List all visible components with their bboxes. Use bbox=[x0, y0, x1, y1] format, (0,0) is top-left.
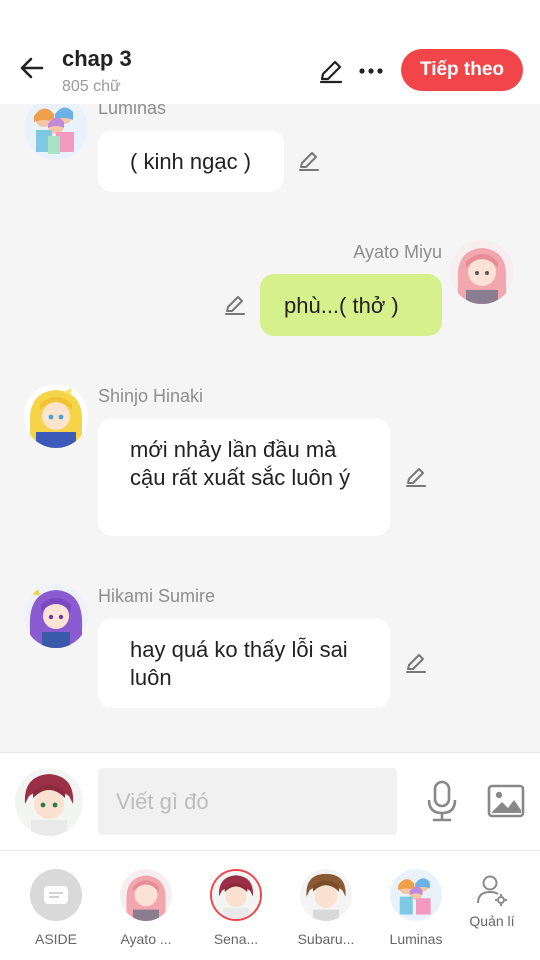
more-options-button[interactable] bbox=[354, 54, 388, 88]
insert-image-button[interactable] bbox=[486, 782, 526, 820]
sender-name: Ayato Miyu bbox=[353, 242, 442, 262]
message-input[interactable] bbox=[98, 768, 397, 835]
word-count: 805 chữ bbox=[62, 78, 121, 95]
next-button[interactable]: Tiếp theo bbox=[401, 49, 523, 91]
back-button[interactable] bbox=[14, 50, 50, 86]
character-ayato[interactable]: Ayato ... bbox=[106, 869, 186, 947]
character-subaru[interactable]: Subaru... bbox=[286, 869, 366, 947]
hinaki-avatar[interactable] bbox=[24, 384, 88, 448]
character-label: ASIDE bbox=[34, 931, 77, 947]
chat-area[interactable]: Luminas ( kinh ngạc ) Ayato Miyu phù...(… bbox=[0, 104, 540, 752]
message-bubble[interactable]: ( kinh ngạc ) bbox=[98, 130, 284, 192]
arrow-left-icon bbox=[20, 57, 44, 79]
luminas-avatar[interactable] bbox=[24, 104, 88, 160]
edit-message-button[interactable] bbox=[401, 648, 431, 678]
current-speaker-avatar[interactable] bbox=[15, 768, 83, 836]
luminas-avatar bbox=[390, 869, 442, 921]
pencil-icon bbox=[406, 468, 426, 487]
message-text: hay quá ko thấy lỗi sai luôn bbox=[130, 637, 348, 690]
character-sena[interactable]: Sena... bbox=[196, 869, 276, 947]
aside-icon bbox=[30, 869, 82, 921]
character-luminas[interactable]: Luminas bbox=[376, 869, 456, 947]
message-bubble[interactable]: mới nhảy lần đầu mà cậu rất xuất sắc luô… bbox=[98, 418, 390, 536]
manage-user-icon bbox=[477, 875, 507, 906]
sender-name: Hikami Sumire bbox=[98, 586, 216, 606]
character-label: Ayato ... bbox=[120, 931, 172, 947]
edit-chapter-button[interactable] bbox=[314, 54, 348, 88]
message-bubble[interactable]: phù...( thở ) bbox=[260, 274, 442, 336]
sender-name: Shinjo Hinaki bbox=[98, 386, 204, 406]
mic-icon bbox=[427, 780, 457, 822]
sender-name: Luminas bbox=[98, 104, 167, 118]
pencil-icon bbox=[299, 152, 319, 171]
message-bubble[interactable]: hay quá ko thấy lỗi sai luôn bbox=[98, 618, 390, 708]
more-horizontal-icon bbox=[359, 68, 383, 74]
ayato-avatar bbox=[120, 869, 172, 921]
chapter-title: chap 3 bbox=[62, 46, 132, 71]
pencil-icon bbox=[225, 296, 245, 315]
sena-avatar bbox=[210, 869, 262, 921]
message-composer bbox=[0, 752, 540, 850]
message-text: mới nhảy lần đầu mà cậu rất xuất sắc luô… bbox=[130, 437, 351, 490]
edit-message-button[interactable] bbox=[220, 290, 250, 320]
subaru-avatar bbox=[300, 869, 352, 921]
character-manage[interactable]: Quản lí bbox=[452, 873, 532, 929]
voice-input-button[interactable] bbox=[424, 780, 460, 822]
header-bar: chap 3 805 chữ Tiếp theo bbox=[0, 0, 540, 104]
image-icon bbox=[487, 784, 525, 818]
character-aside[interactable]: ASIDE bbox=[16, 869, 96, 947]
pencil-icon bbox=[406, 654, 426, 673]
ayato-avatar[interactable] bbox=[450, 240, 514, 304]
edit-message-button[interactable] bbox=[401, 462, 431, 492]
character-label: Subaru... bbox=[297, 931, 355, 947]
edit-message-button[interactable] bbox=[294, 146, 324, 176]
character-label: Sena... bbox=[213, 931, 259, 947]
character-label: Luminas bbox=[389, 931, 443, 947]
message-text: ( kinh ngạc ) bbox=[130, 149, 252, 174]
pencil-icon bbox=[319, 60, 343, 84]
character-bar: ASIDE Ayato ... Sena... Subaru... Lumina… bbox=[0, 850, 540, 960]
sumire-avatar[interactable] bbox=[24, 584, 88, 648]
character-label: Quản lí bbox=[469, 913, 515, 929]
message-text: phù...( thở ) bbox=[284, 293, 399, 318]
